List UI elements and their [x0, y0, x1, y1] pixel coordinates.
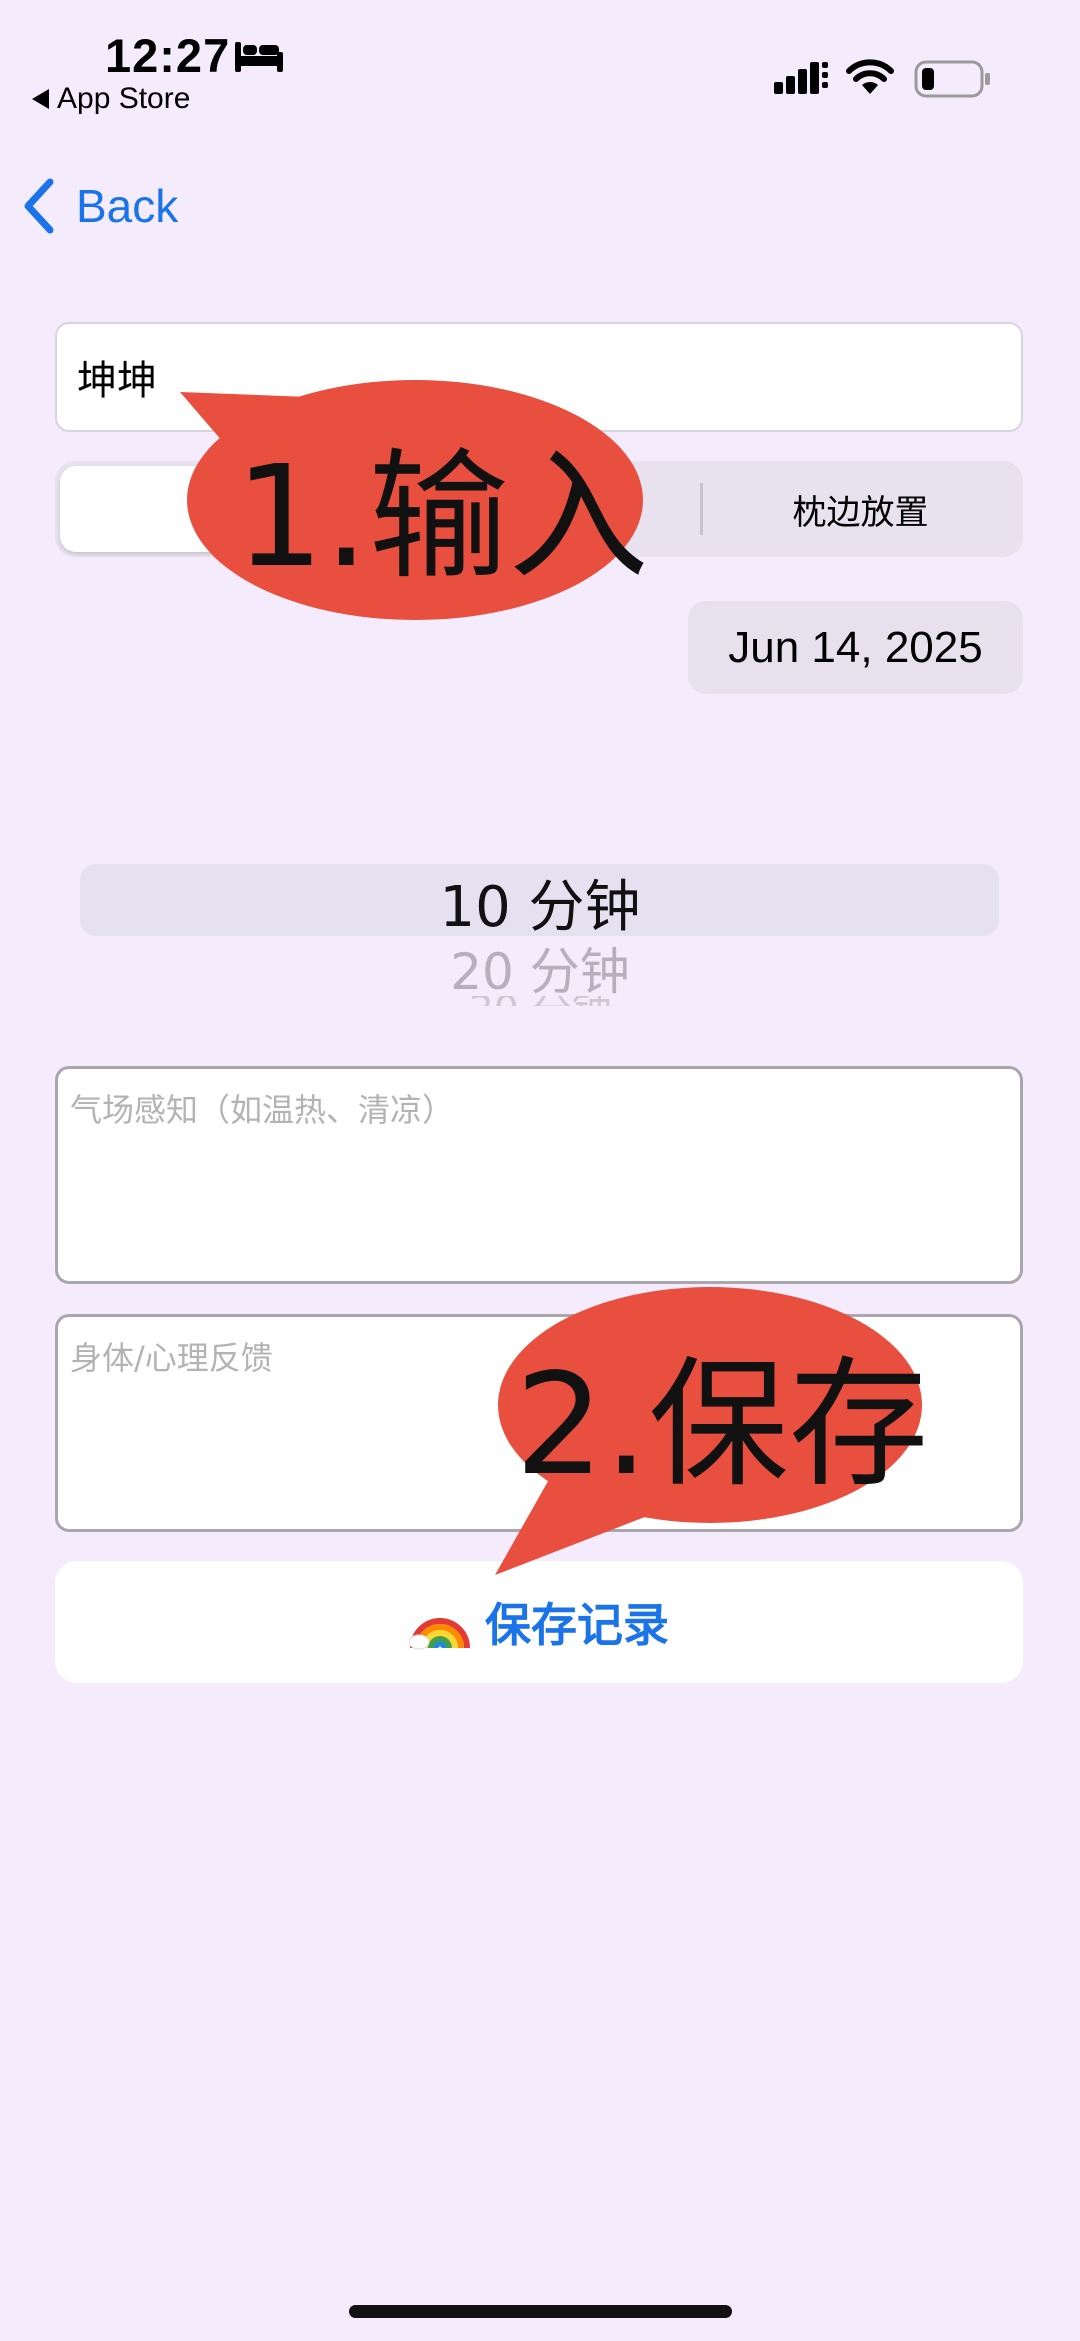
back-to-app-label: App Store: [57, 82, 191, 115]
cellular-signal-icon: [774, 62, 828, 94]
back-triangle-icon: [32, 89, 49, 109]
rainbow-icon: [409, 1618, 470, 1650]
duration-option[interactable]: 30 分钟: [0, 996, 1080, 1006]
date-picker-button[interactable]: Jun 14, 2025: [688, 601, 1023, 694]
save-record-label: 保存记录: [485, 1598, 669, 1652]
duration-option-clip: 30 分钟: [0, 996, 1080, 1006]
back-label: Back: [76, 180, 179, 232]
segment-pillow-label: 枕边放置: [792, 492, 929, 533]
back-button[interactable]: Back: [22, 178, 178, 234]
name-input-value: 坤坤: [77, 358, 157, 404]
aura-perception-field[interactable]: 气场感知（如温热、清凉）: [55, 1066, 1023, 1284]
status-time: 12:27: [105, 29, 231, 82]
chevron-left-icon: [24, 178, 54, 234]
back-to-app-store[interactable]: App Store: [32, 82, 190, 116]
aura-perception-placeholder: 气场感知（如温热、清凉）: [70, 1091, 455, 1129]
duration-option[interactable]: 20 分钟: [0, 932, 1080, 1004]
annotation-step2-text: 2.保存: [515, 1344, 929, 1507]
annotation-step1-text: 1.输入: [235, 436, 649, 599]
bed-icon: [235, 42, 283, 72]
battery-icon: [914, 60, 990, 98]
save-record-button[interactable]: 保存记录: [55, 1561, 1023, 1683]
segment-pillow[interactable]: 枕边放置: [703, 466, 1018, 552]
duration-option-selected[interactable]: 10 分钟: [0, 862, 1080, 943]
home-indicator[interactable]: [349, 2305, 732, 2318]
feedback-placeholder: 身体/心理反馈: [70, 1339, 273, 1377]
date-value: Jun 14, 2025: [728, 622, 983, 672]
wifi-icon: [846, 59, 894, 94]
